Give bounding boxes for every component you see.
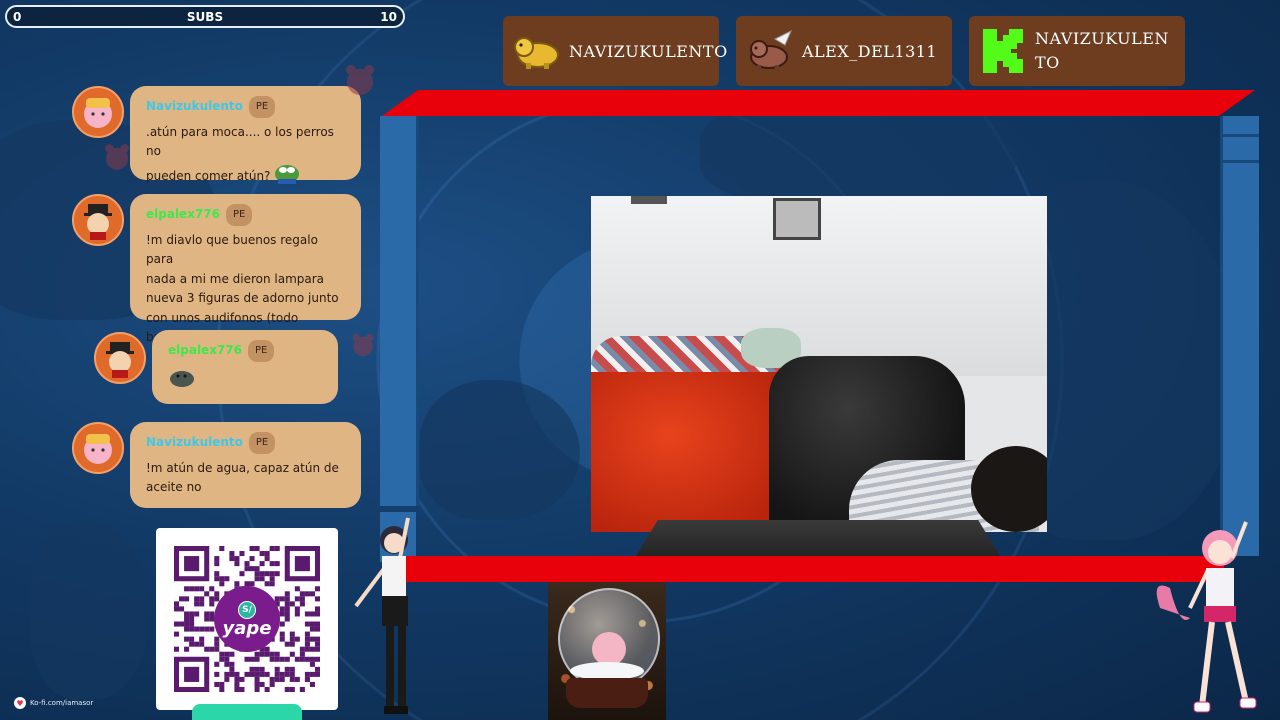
chat-text: nada a mi me dieron lampara xyxy=(146,271,325,286)
kofi-cup-icon: ♥ xyxy=(14,697,26,709)
chat-text: !m diavlo que buenos regalo para xyxy=(146,232,318,267)
country-badge: PE xyxy=(248,432,276,454)
frame-bottom-stripe xyxy=(384,556,1224,582)
map-continent xyxy=(30,520,150,700)
chat-bubble: elpalex776 PE !m diavlo que buenos regalo… xyxy=(130,194,361,344)
gold-capybara-icon xyxy=(511,27,563,75)
avatar xyxy=(72,194,124,246)
floating-bear-icon xyxy=(346,65,374,95)
desk-shelf xyxy=(636,520,1000,556)
avatar xyxy=(72,86,124,138)
kick-logo-icon xyxy=(977,27,1029,75)
yape-qr-card: S/ yape xyxy=(156,528,338,710)
chat-text: !m atún de agua, capaz atún de xyxy=(146,460,339,475)
snow-globe-image xyxy=(548,582,666,720)
winged-cow-icon xyxy=(744,27,796,75)
top-supporter-name: NAVIZUKULENTO xyxy=(569,41,728,61)
floating-bear-icon xyxy=(352,333,374,357)
anime-girl-left xyxy=(354,517,410,714)
country-badge: PE xyxy=(247,340,275,362)
subs-goal-max: 10 xyxy=(380,10,397,24)
frame-right-pillar xyxy=(1220,116,1259,556)
frame-left-pillar xyxy=(380,116,419,506)
yape-badge: S/ xyxy=(238,601,256,619)
chat-text: aceite no xyxy=(146,480,202,494)
subs-goal-bar: 0 SUBS 10 xyxy=(5,5,405,28)
top-supporter-1: NAVIZUKULENTO xyxy=(503,16,727,86)
top-supporter-name: NAVIZUKULENTO xyxy=(1035,29,1169,72)
yape-logo: S/ yape xyxy=(214,586,280,652)
chat-username: Navizukulento xyxy=(146,99,243,113)
chat-bubble: Navizukulento PE !m atún de agua, capaz a… xyxy=(130,422,361,508)
subs-goal-label: SUBS xyxy=(186,10,224,24)
country-badge: PE xyxy=(225,204,253,226)
chat-text: .atún para moca.... o los perros no xyxy=(146,124,334,159)
kofi-text: Ko-fi.com/iamasor xyxy=(30,699,94,707)
chat-username: Navizukulento xyxy=(146,435,243,449)
top-supporter-name: ALEX_DEL1311 xyxy=(802,41,938,61)
chat-text: nueva 3 figuras de adorno junto xyxy=(146,291,339,305)
webcam-feed xyxy=(591,196,1047,532)
avatar xyxy=(94,332,146,384)
chat-username: elpalex776 xyxy=(168,343,242,357)
chat-bubble: Navizukulento PE .atún para moca.... o lo… xyxy=(130,86,361,184)
top-supporter-3: NAVIZUKULENTO xyxy=(969,16,1185,86)
frame-top-stripe xyxy=(382,90,1255,116)
floating-bear-icon xyxy=(105,144,129,170)
avatar xyxy=(72,422,124,474)
map-continent xyxy=(420,380,580,520)
chat-text: pueden comer atún? xyxy=(146,168,271,183)
qr-tab xyxy=(192,704,302,720)
country-badge: PE xyxy=(248,96,276,118)
chat-username: elpalex776 xyxy=(146,207,220,221)
seal-emote xyxy=(168,366,322,395)
chat-bubble: elpalex776 PE xyxy=(152,330,338,404)
top-supporter-2: ALEX_DEL1311 xyxy=(736,16,952,86)
yape-logo-text: yape xyxy=(222,618,272,639)
kofi-link[interactable]: ♥ Ko-fi.com/iamasor xyxy=(14,697,93,709)
anime-girl-right xyxy=(1156,521,1257,713)
pepe-frog-emote xyxy=(274,162,300,191)
